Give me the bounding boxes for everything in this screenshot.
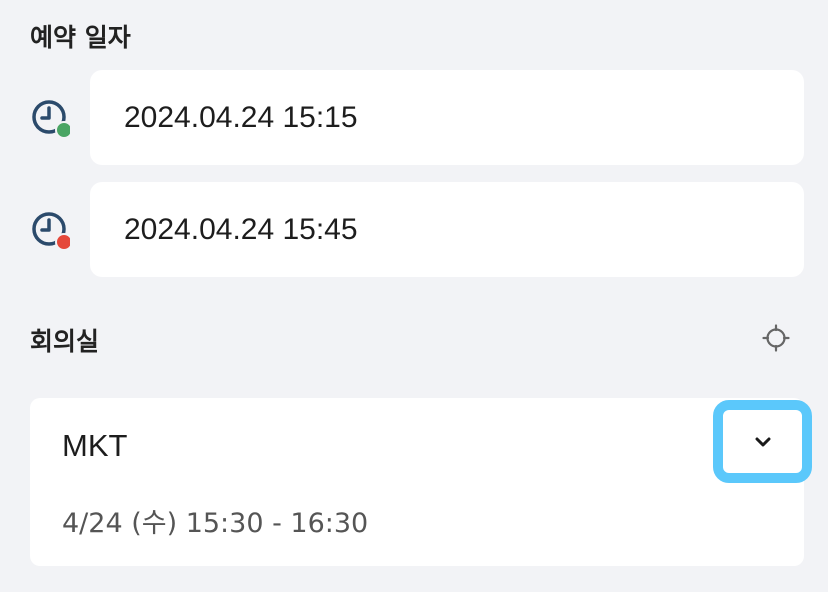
- reservation-date-title: 예약 일자: [30, 23, 131, 52]
- expand-button[interactable]: [713, 400, 812, 483]
- clock-end-icon: [30, 210, 73, 251]
- end-datetime-value: 2024.04.24 15:45: [124, 212, 358, 246]
- meeting-room-card[interactable]: MKT 4/24 (수) 15:30 - 16:30: [30, 398, 804, 566]
- locate-button[interactable]: [758, 320, 794, 356]
- crosshair-icon: [762, 324, 790, 352]
- chevron-down-icon: [755, 437, 770, 446]
- clock-start-icon: [30, 98, 73, 139]
- meeting-room-name: MKT: [62, 428, 128, 463]
- meeting-room-time: 4/24 (수) 15:30 - 16:30: [62, 508, 369, 539]
- expand-button-inner: [728, 417, 797, 466]
- start-datetime-value: 2024.04.24 15:15: [124, 100, 358, 134]
- end-datetime-field[interactable]: 2024.04.24 15:45: [90, 182, 804, 277]
- meeting-room-title: 회의실: [30, 327, 100, 356]
- start-datetime-field[interactable]: 2024.04.24 15:15: [90, 70, 804, 165]
